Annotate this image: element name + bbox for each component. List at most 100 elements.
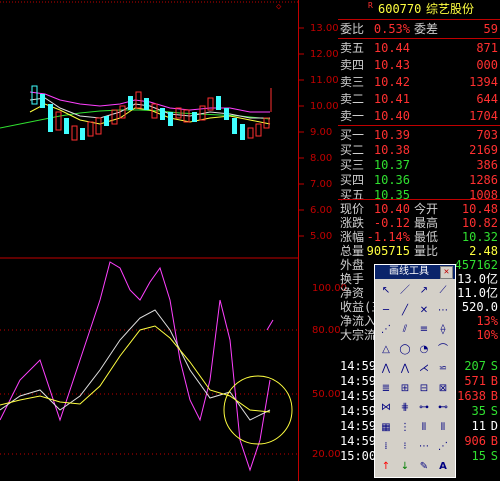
price-axis-label: 13.00	[310, 23, 339, 34]
drawing-tool-icon[interactable]: ◔	[415, 341, 433, 358]
diamond-icon[interactable]: ◇	[276, 2, 286, 12]
ma-line-green	[0, 109, 271, 129]
row-label: 卖二	[340, 92, 365, 106]
price-axis-label: 9.00	[310, 127, 333, 138]
drawing-tool-icon[interactable]: ≡	[415, 321, 433, 338]
stock-code: 600770	[378, 2, 422, 16]
drawing-tool-icon[interactable]: ／	[396, 282, 414, 299]
ask-row: 卖四 10.43 000	[338, 57, 500, 74]
stock-flag: R	[368, 1, 373, 10]
price-axis-label: 10.00	[310, 101, 339, 112]
row-value2: 644	[476, 92, 498, 106]
drawing-tool-icon[interactable]: ⋍	[434, 360, 452, 377]
drawing-tool-icon[interactable]: ⋀	[377, 360, 395, 377]
drawing-tool-icon[interactable]: ↑	[377, 458, 395, 475]
weicha-value: 59	[483, 22, 498, 36]
drawing-tool-icon[interactable]: ⋈	[377, 399, 395, 416]
row-label: 卖三	[340, 75, 365, 89]
drawing-tool-icon[interactable]: A	[434, 458, 452, 475]
drawing-tool-icon[interactable]: ↓	[396, 458, 414, 475]
price-axis-label: 6.00	[310, 205, 333, 216]
row-value: 10.41	[373, 92, 410, 106]
divider	[338, 19, 500, 20]
drawing-tool-icon[interactable]: ─	[377, 302, 395, 319]
drawing-tool-icon[interactable]: ◯	[396, 341, 414, 358]
tick-side: S	[490, 449, 498, 463]
axis-divider	[298, 0, 299, 481]
drawing-tool-icon[interactable]: ⋯	[434, 302, 452, 319]
row-value2: 10%	[476, 328, 498, 342]
drawing-tool-icon[interactable]: ⁝	[396, 438, 414, 455]
drawing-tool-icon[interactable]: ⦀	[415, 419, 433, 436]
row-value2: 000	[476, 58, 498, 72]
drawing-tool-icon[interactable]: ⟋	[434, 282, 452, 299]
drawing-tool-icon[interactable]: ⋮	[396, 419, 414, 436]
drawing-tool-icon[interactable]: ⋌	[415, 360, 433, 377]
weibi-value: 0.53%	[373, 22, 410, 36]
osc-axis-label: 80.00	[312, 325, 341, 336]
osc-tick-mark	[266, 319, 274, 331]
price-axis-label: 12.00	[310, 49, 339, 60]
drawing-tool-icon[interactable]: ≣	[377, 380, 395, 397]
row-value: 10.43	[373, 58, 410, 72]
osc-line-white	[0, 309, 271, 421]
row-value: 10.44	[373, 41, 410, 55]
row-label: 卖五	[340, 41, 365, 55]
drawing-tool-icon[interactable]: ⊞	[396, 380, 414, 397]
close-icon[interactable]: ✕	[440, 266, 453, 279]
row-value2: 871	[476, 41, 498, 55]
weicha-label: 委差	[414, 22, 439, 36]
weibi-label: 委比	[340, 22, 365, 36]
row-value2: 1394	[469, 75, 498, 89]
price-axis-label: 5.00	[310, 231, 333, 242]
drawing-tool-icon[interactable]: ↖	[377, 282, 395, 299]
drawing-tool-icon[interactable]: ╱	[396, 302, 414, 319]
drawing-tool-icon[interactable]: ✕	[415, 302, 433, 319]
tick-volume: 15	[471, 449, 486, 463]
row-value: 10.40	[373, 109, 410, 123]
row-value: 10.42	[373, 75, 410, 89]
drawing-tool-icon[interactable]: ⋀	[396, 360, 414, 377]
drawing-tool-icon[interactable]: ⊶	[415, 399, 433, 416]
drawing-tool-icon[interactable]: ⊠	[434, 380, 452, 397]
price-axis-label: 8.00	[310, 153, 333, 164]
row-label: 卖四	[340, 58, 365, 72]
drawing-toolbox[interactable]: 画线工具 ✕ ↖ ／ ↗ ⟋ ─ ╱ ✕ ⋯ ⋰ ⫽ ≡ ⟠ △ ◯ ◔ ⌒ ⋀ ⋀ ⋌ ⋍ ≣ ⊞ ⊟ ⊠ ⋈ ⋕ ⊶ ⊷ ▦ ⋮ ⦀ ⦀ ⁞…	[374, 264, 456, 478]
ask-row: 卖二 10.41 644	[338, 91, 500, 108]
toolbox-title: 画线工具	[389, 266, 429, 277]
tick-time: 15:00	[340, 449, 377, 463]
drawing-tool-icon[interactable]: ⊟	[415, 380, 433, 397]
divider	[338, 199, 500, 200]
osc-axis-label: 20.00	[312, 449, 341, 460]
divider	[338, 125, 500, 126]
ma-line-magenta	[29, 91, 270, 113]
ask-row: 卖五 10.44 871	[338, 40, 500, 57]
drawing-tool-icon[interactable]: ⌒	[434, 341, 452, 358]
row-value2: 1704	[469, 109, 498, 123]
price-axis: 13.00 12.00 11.00 10.00 9.00 8.00 7.00 6…	[298, 0, 347, 481]
stock-name: 综艺股份	[426, 2, 475, 16]
drawing-tool-icon[interactable]: ⫽	[396, 321, 414, 338]
drawing-tool-icon[interactable]: ⋯	[415, 438, 433, 455]
row-label: 卖一	[340, 109, 365, 123]
drawing-tool-icon[interactable]: ↗	[415, 282, 433, 299]
drawing-tool-icon[interactable]: ▦	[377, 419, 395, 436]
price-axis-label: 7.00	[310, 179, 333, 190]
highlight-circle	[223, 375, 293, 445]
drawing-tool-icon[interactable]: ⟠	[434, 321, 452, 338]
drawing-tool-icon[interactable]: ⋰	[434, 438, 452, 455]
drawing-tool-icon[interactable]: ⋰	[377, 321, 395, 338]
drawing-tool-icon[interactable]: ✎	[415, 458, 433, 475]
drawing-tool-icon[interactable]: △	[377, 341, 395, 358]
price-axis-label: 11.00	[310, 75, 339, 86]
stock-header: R 600770 综艺股份	[338, 1, 500, 18]
drawing-tool-icon[interactable]: ⋕	[396, 399, 414, 416]
kline-chart[interactable]	[0, 0, 338, 481]
osc-axis-label: 50.00	[312, 389, 341, 400]
divider	[338, 38, 500, 39]
drawing-tool-icon[interactable]: ⦀	[434, 419, 452, 436]
row-label: 大宗流	[340, 328, 377, 342]
drawing-tool-icon[interactable]: ⊷	[434, 399, 452, 416]
osc-line-magenta	[0, 261, 271, 472]
drawing-tool-icon[interactable]: ⁞	[377, 438, 395, 455]
